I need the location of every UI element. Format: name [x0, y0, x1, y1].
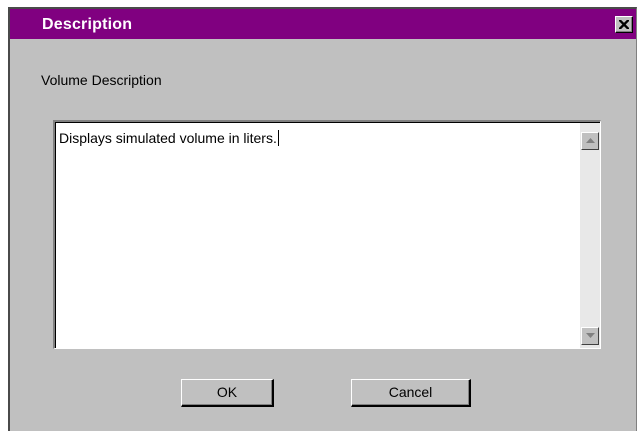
scroll-up-button[interactable] — [581, 132, 599, 150]
title-bar[interactable]: Description — [10, 9, 636, 39]
text-caret — [277, 130, 279, 146]
arrow-up-icon — [586, 138, 595, 143]
cancel-button[interactable]: Cancel — [351, 379, 471, 407]
ok-button[interactable]: OK — [181, 379, 274, 407]
close-button[interactable] — [615, 16, 633, 33]
description-text: Displays simulated volume in liters. — [59, 130, 277, 146]
window-title: Description — [42, 16, 133, 33]
arrow-down-icon — [586, 333, 595, 338]
description-textarea[interactable]: Displays simulated volume in liters. — [53, 120, 601, 349]
vertical-scrollbar[interactable] — [580, 123, 600, 348]
description-dialog: Description Volume Description Displays … — [8, 7, 637, 431]
close-icon — [619, 20, 629, 29]
volume-description-label: Volume Description — [41, 72, 162, 88]
scroll-down-button[interactable] — [581, 327, 599, 345]
